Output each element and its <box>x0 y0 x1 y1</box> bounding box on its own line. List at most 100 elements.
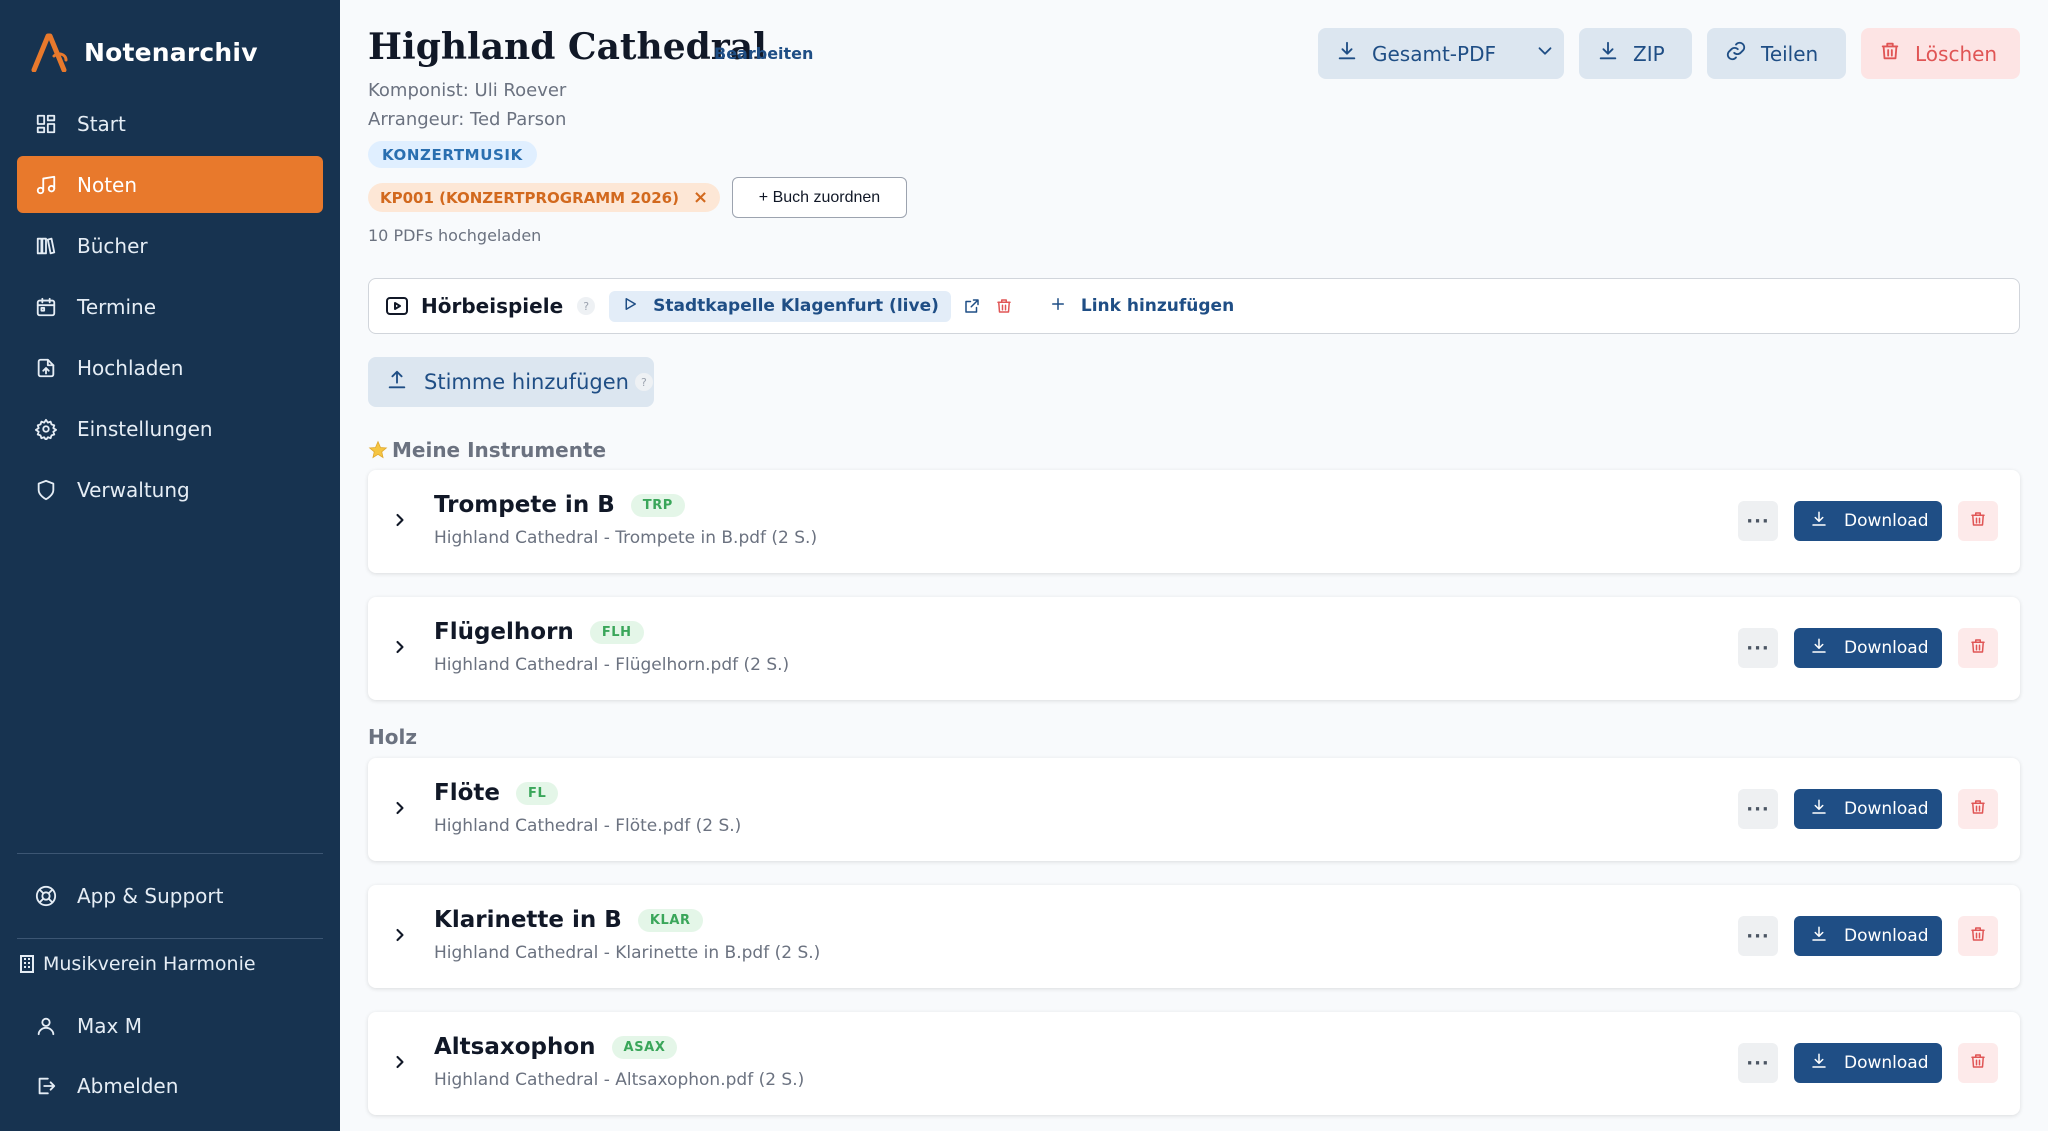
voice-card[interactable]: Klarinette in B KLAR Highland Cathedral … <box>368 885 2020 988</box>
composer: Komponist: Uli Roever <box>368 80 567 101</box>
voice-name: Altsaxophon ASAX <box>434 1034 678 1060</box>
download-button[interactable]: Download <box>1794 789 1942 829</box>
more-button[interactable]: ··· <box>1738 628 1778 668</box>
voice-card[interactable]: Flügelhorn FLH Highland Cathedral - Flüg… <box>368 597 2020 700</box>
brand[interactable]: Notenarchiv <box>30 30 258 74</box>
organization-name[interactable]: Musikverein Harmonie <box>19 953 256 975</box>
play-icon <box>621 295 639 318</box>
download-icon <box>1810 798 1828 821</box>
voice-name: Flügelhorn FLH <box>434 619 644 645</box>
voice-card[interactable]: Altsaxophon ASAX Highland Cathedral - Al… <box>368 1012 2020 1115</box>
delete-voice-button[interactable] <box>1958 789 1998 829</box>
edit-link[interactable]: Bearbeiten <box>714 44 813 63</box>
voice-card[interactable]: Trompete in B TRP Highland Cathedral - T… <box>368 470 2020 573</box>
button-label: Stimme hinzufügen <box>424 370 629 394</box>
download-icon <box>1810 637 1828 660</box>
chevron-down-icon[interactable] <box>1534 40 1556 67</box>
voice-file: Highland Cathedral - Flöte.pdf (2 S.) <box>434 816 742 836</box>
chevron-right-icon[interactable] <box>390 798 410 818</box>
zip-button[interactable]: ZIP <box>1579 28 1692 79</box>
button-label: Download <box>1844 1053 1929 1073</box>
logout-icon <box>35 1075 57 1097</box>
sidebar-item-user[interactable]: Max M <box>35 1014 142 1038</box>
trash-icon <box>1969 925 1987 947</box>
more-button[interactable]: ··· <box>1738 789 1778 829</box>
voice-title: Klarinette in B <box>434 907 622 933</box>
main-content: Highland Cathedral Bearbeiten Komponist:… <box>340 0 2048 1131</box>
chevron-right-icon[interactable] <box>390 925 410 945</box>
star-icon <box>368 440 388 460</box>
section-my-instruments: Meine Instrumente <box>368 438 606 462</box>
download-button[interactable]: Download <box>1794 501 1942 541</box>
logo-icon <box>31 33 68 72</box>
sidebar-item-logout[interactable]: Abmelden <box>35 1074 178 1098</box>
voice-file: Highland Cathedral - Klarinette in B.pdf… <box>434 943 821 963</box>
more-button[interactable]: ··· <box>1738 501 1778 541</box>
download-icon <box>1810 925 1828 948</box>
add-link-label: Link hinzufügen <box>1080 296 1235 316</box>
voice-title: Altsaxophon <box>434 1034 596 1060</box>
add-link-button[interactable]: Link hinzufügen <box>1049 295 1234 318</box>
sidebar-item-buecher[interactable]: Bücher <box>17 217 323 274</box>
download-button[interactable]: Download <box>1794 916 1942 956</box>
sidebar-item-termine[interactable]: Termine <box>17 278 323 335</box>
voice-abbr-badge: FLH <box>589 620 644 644</box>
delete-voice-button[interactable] <box>1958 628 1998 668</box>
external-link-icon[interactable] <box>963 297 981 315</box>
audio-link-label: Stadtkapelle Klagenfurt (live) <box>653 296 939 316</box>
dashboard-icon <box>35 113 57 135</box>
help-icon[interactable]: ? <box>577 297 596 315</box>
delete-voice-button[interactable] <box>1958 501 1998 541</box>
more-button[interactable]: ··· <box>1738 1043 1778 1083</box>
voice-name: Klarinette in B KLAR <box>434 907 703 933</box>
delete-button[interactable]: Löschen <box>1861 28 2020 79</box>
plus-icon <box>1049 295 1067 318</box>
button-label: Download <box>1844 799 1929 819</box>
chevron-right-icon[interactable] <box>390 510 410 530</box>
upload-count: 10 PDFs hochgeladen <box>368 226 542 245</box>
book-badge: KP001 (KONZERTPROGRAMM 2026) × <box>368 183 721 212</box>
audio-link[interactable]: Stadtkapelle Klagenfurt (live) <box>609 290 951 322</box>
chevron-right-icon[interactable] <box>390 1052 410 1072</box>
audio-examples-box: Hörbeispiele ? Stadtkapelle Klagenfurt (… <box>368 278 2020 334</box>
sidebar-item-label: Abmelden <box>77 1074 179 1098</box>
download-button[interactable]: Download <box>1794 1043 1942 1083</box>
voice-title: Flügelhorn <box>434 619 574 645</box>
download-button[interactable]: Download <box>1794 628 1942 668</box>
upload-icon <box>386 369 408 396</box>
main-nav: Start Noten Bücher Termine Hochladen Ein… <box>17 95 323 522</box>
trash-icon[interactable] <box>995 297 1013 315</box>
genre-badge: KONZERTMUSIK <box>368 141 537 168</box>
chevron-right-icon[interactable] <box>390 637 410 657</box>
lifebuoy-icon <box>35 885 57 907</box>
sidebar-item-einstellungen[interactable]: Einstellungen <box>17 400 323 457</box>
sidebar-item-noten[interactable]: Noten <box>17 156 323 213</box>
add-voice-button[interactable]: Stimme hinzufügen ? <box>368 357 654 407</box>
button-label: ZIP <box>1633 41 1665 66</box>
sidebar-item-label: Verwaltung <box>77 477 190 502</box>
sidebar-item-support[interactable]: App & Support <box>35 884 223 908</box>
section-wood: Holz <box>368 725 417 749</box>
section-title: Meine Instrumente <box>392 438 607 462</box>
trash-icon <box>1969 510 1987 532</box>
link-icon <box>1725 40 1747 67</box>
download-icon <box>1336 40 1358 67</box>
books-icon <box>35 235 57 257</box>
delete-voice-button[interactable] <box>1958 1043 1998 1083</box>
button-label: Teilen <box>1761 41 1819 66</box>
play-box-icon <box>385 294 409 318</box>
sidebar-item-hochladen[interactable]: Hochladen <box>17 339 323 396</box>
sidebar-item-verwaltung[interactable]: Verwaltung <box>17 461 323 518</box>
button-label: Download <box>1844 926 1929 946</box>
voice-card[interactable]: Flöte FL Highland Cathedral - Flöte.pdf … <box>368 758 2020 861</box>
more-button[interactable]: ··· <box>1738 916 1778 956</box>
help-icon[interactable]: ? <box>634 373 653 391</box>
sidebar: Notenarchiv Start Noten Bücher Termine H… <box>0 0 340 1131</box>
assign-book-button[interactable]: + Buch zuordnen <box>732 177 907 218</box>
sidebar-item-start[interactable]: Start <box>17 95 323 152</box>
share-button[interactable]: Teilen <box>1707 28 1846 79</box>
close-icon[interactable]: × <box>693 187 708 208</box>
gear-icon <box>35 418 57 440</box>
delete-voice-button[interactable] <box>1958 916 1998 956</box>
download-all-pdf-button[interactable]: Gesamt-PDF <box>1318 28 1564 79</box>
